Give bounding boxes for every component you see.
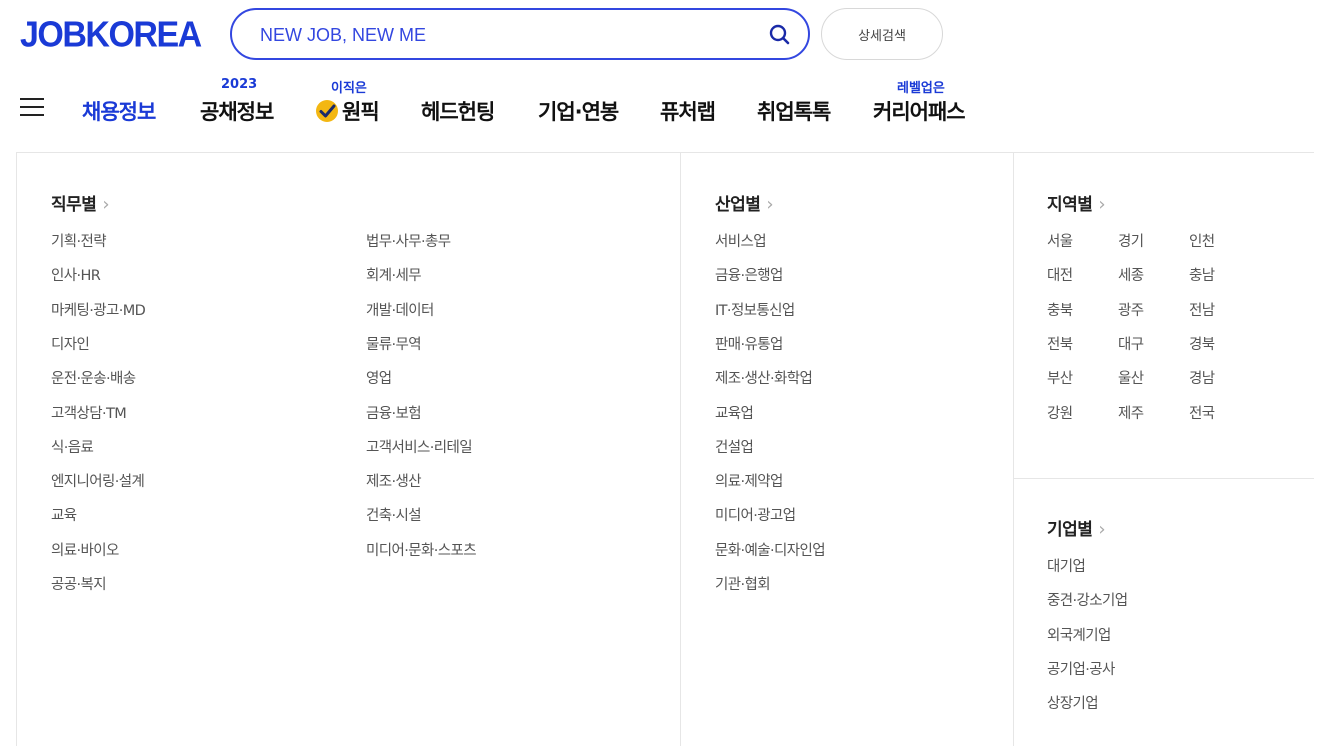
- jobkorea-logo[interactable]: JOBKOREA: [20, 15, 202, 56]
- menu-link[interactable]: 공공·복지: [51, 573, 107, 594]
- panel-divider: [680, 152, 681, 746]
- menu-link[interactable]: 중견·강소기업: [1047, 589, 1128, 610]
- menu-link[interactable]: 세종: [1118, 264, 1144, 285]
- hamburger-menu-icon[interactable]: [20, 98, 44, 120]
- nav-onepick[interactable]: 원픽: [316, 96, 380, 126]
- section-title-industry[interactable]: 산업별 ›: [715, 190, 774, 215]
- section-title-job[interactable]: 직무별 ›: [51, 190, 110, 215]
- nav-headhunting[interactable]: 헤드헌팅: [421, 96, 495, 126]
- menu-link[interactable]: 경북: [1189, 333, 1215, 354]
- chevron-right-icon: ›: [1098, 194, 1106, 215]
- search-bar: [230, 8, 810, 60]
- nav-career-path[interactable]: 커리어패스: [873, 96, 966, 126]
- menu-link[interactable]: 교육: [51, 504, 77, 525]
- menu-link[interactable]: 외국계기업: [1047, 624, 1111, 645]
- menu-link[interactable]: 법무·사무·총무: [366, 230, 451, 251]
- nav-company-salary[interactable]: 기업·연봉: [538, 96, 619, 126]
- menu-link[interactable]: 금융·은행업: [715, 264, 783, 285]
- menu-link[interactable]: 대기업: [1047, 555, 1086, 576]
- menu-link[interactable]: 미디어·광고업: [715, 504, 796, 525]
- check-icon: [316, 100, 338, 122]
- menu-link[interactable]: 의료·바이오: [51, 539, 119, 560]
- nav-job-talk[interactable]: 취업톡톡: [757, 96, 831, 126]
- menu-link[interactable]: 전북: [1047, 333, 1073, 354]
- chevron-right-icon: ›: [1098, 519, 1106, 540]
- menu-link[interactable]: 제조·생산: [366, 470, 422, 491]
- nav-recruit-info[interactable]: 채용정보: [82, 96, 156, 126]
- menu-link[interactable]: 고객상담·TM: [51, 402, 127, 423]
- menu-link[interactable]: 의료·제약업: [715, 470, 783, 491]
- menu-link[interactable]: 고객서비스·리테일: [366, 436, 473, 457]
- menu-link[interactable]: 미디어·문화·스포츠: [366, 539, 477, 560]
- menu-link[interactable]: 경기: [1118, 230, 1144, 251]
- menu-link[interactable]: 운전·운송·배송: [51, 367, 136, 388]
- menu-link[interactable]: 대전: [1047, 264, 1073, 285]
- menu-link[interactable]: 마케팅·광고·MD: [51, 299, 146, 320]
- menu-link[interactable]: 서비스업: [715, 230, 767, 251]
- menu-link[interactable]: 전남: [1189, 299, 1215, 320]
- menu-link[interactable]: 울산: [1118, 367, 1144, 388]
- panel-divider: [1013, 152, 1014, 746]
- menu-link[interactable]: 물류·무역: [366, 333, 422, 354]
- menu-link[interactable]: 서울: [1047, 230, 1073, 251]
- panel-divider: [1013, 478, 1314, 479]
- menu-link[interactable]: 기획·전략: [51, 230, 107, 251]
- menu-link[interactable]: 건축·시설: [366, 504, 422, 525]
- menu-link[interactable]: 대구: [1118, 333, 1144, 354]
- nav-badge-onepick: 이직은: [331, 81, 367, 96]
- menu-link[interactable]: 인천: [1189, 230, 1215, 251]
- menu-link[interactable]: 제주: [1118, 402, 1144, 423]
- menu-link[interactable]: 강원: [1047, 402, 1073, 423]
- menu-link[interactable]: IT·정보통신업: [715, 299, 795, 320]
- menu-link[interactable]: 회계·세무: [366, 264, 422, 285]
- section-title-company[interactable]: 기업별 ›: [1047, 515, 1106, 540]
- search-input[interactable]: [260, 22, 740, 48]
- advanced-search-button[interactable]: 상세검색: [821, 8, 943, 60]
- section-title-region[interactable]: 지역별 ›: [1047, 190, 1106, 215]
- menu-link[interactable]: 영업: [366, 367, 392, 388]
- nav-public-recruit[interactable]: 공채정보: [200, 96, 274, 126]
- menu-link[interactable]: 금융·보험: [366, 402, 422, 423]
- menu-link[interactable]: 제조·생산·화학업: [715, 367, 813, 388]
- menu-link[interactable]: 문화·예술·디자인업: [715, 539, 826, 560]
- menu-link[interactable]: 식·음료: [51, 436, 94, 457]
- menu-link[interactable]: 판매·유통업: [715, 333, 783, 354]
- nav-futurelab[interactable]: 퓨처랩: [660, 96, 716, 126]
- menu-link[interactable]: 디자인: [51, 333, 90, 354]
- chevron-right-icon: ›: [766, 194, 774, 215]
- search-icon[interactable]: [766, 21, 794, 49]
- menu-link[interactable]: 교육업: [715, 402, 754, 423]
- menu-link[interactable]: 건설업: [715, 436, 754, 457]
- menu-link[interactable]: 충남: [1189, 264, 1215, 285]
- nav-onepick-label: 원픽: [342, 100, 380, 124]
- menu-link[interactable]: 상장기업: [1047, 692, 1099, 713]
- menu-link[interactable]: 엔지니어링·설계: [51, 470, 145, 491]
- menu-link[interactable]: 공기업·공사: [1047, 658, 1115, 679]
- menu-link[interactable]: 경남: [1189, 367, 1215, 388]
- menu-link[interactable]: 충북: [1047, 299, 1073, 320]
- nav-badge-levelup: 레벨업은: [897, 81, 945, 96]
- nav-badge-2023: 2023: [221, 77, 258, 92]
- menu-link[interactable]: 광주: [1118, 299, 1144, 320]
- menu-link[interactable]: 인사·HR: [51, 264, 101, 285]
- menu-link[interactable]: 부산: [1047, 367, 1073, 388]
- menu-link[interactable]: 개발·데이터: [366, 299, 434, 320]
- menu-link[interactable]: 기관·협회: [715, 573, 771, 594]
- menu-link[interactable]: 전국: [1189, 402, 1215, 423]
- chevron-right-icon: ›: [102, 194, 110, 215]
